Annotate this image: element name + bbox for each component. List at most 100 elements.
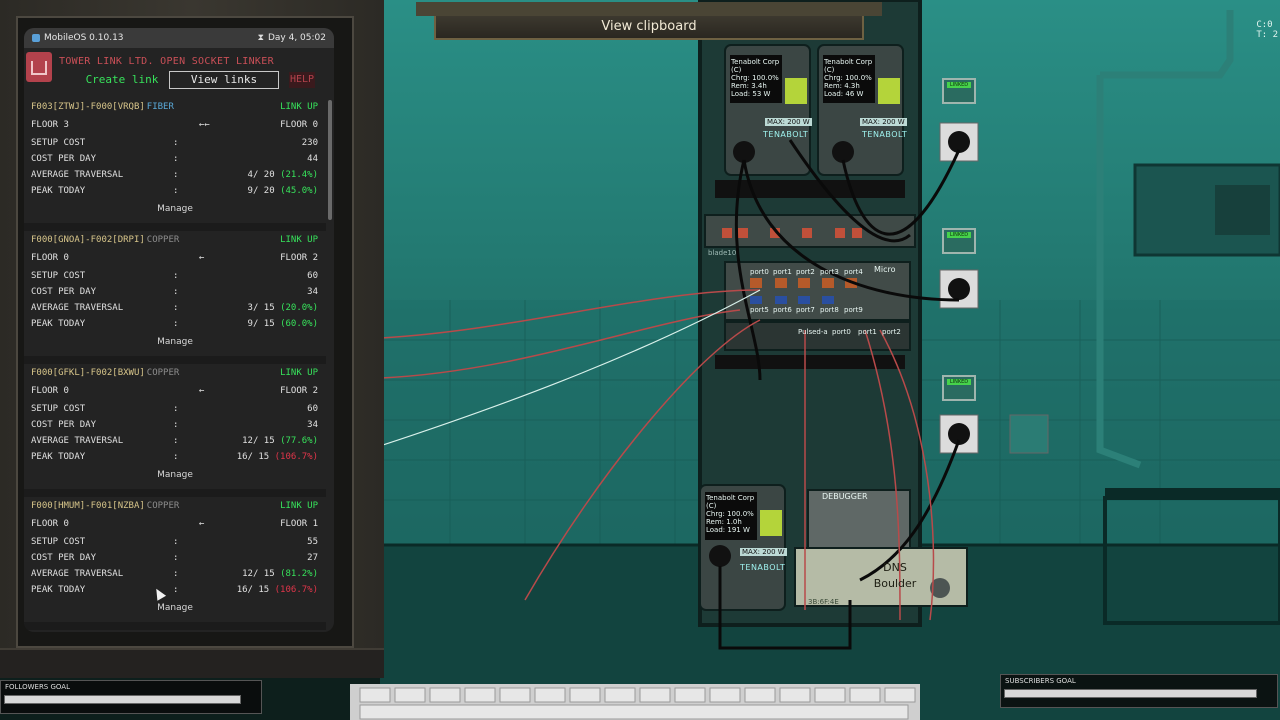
mobileos-icon <box>32 34 40 42</box>
peak-today-value: 9/ 15 (60.0%) <box>248 317 318 331</box>
link-id: F000[HMUM]-F001[NZBA] <box>31 501 145 511</box>
cost-per-day-row: COST PER DAY: 44 <box>31 154 318 164</box>
peak-today-value: 9/ 20 (45.0%) <box>248 184 318 198</box>
monitor-base <box>0 648 384 678</box>
avg-traversal-pct: (77.6%) <box>280 436 318 446</box>
link-id: F003[ZTWJ]-F000[VRQB] <box>31 102 145 112</box>
link-card: F000[GFKL]-F002[BXWU] COPPER LINK UP FLOO… <box>24 364 326 497</box>
cost-per-day-value: 27 <box>307 553 318 563</box>
avg-traversal-count: 12/ 15 <box>242 569 275 579</box>
peak-today-row: PEAK TODAY: 16/ 15 (106.7%) <box>31 450 318 464</box>
avg-traversal-row: AVERAGE TRAVERSAL: 12/ 15 (81.2%) <box>31 567 318 581</box>
link-status: LINK UP <box>280 368 318 378</box>
floor-from: FLOOR 0 <box>31 519 69 529</box>
link-status: LINK UP <box>280 501 318 511</box>
link-card: F003[ZTWJ]-F000[VRQB] FIBER LINK UP FLOOR… <box>24 98 326 231</box>
setup-cost-value: 60 <box>307 271 318 281</box>
crt-monitor: MobileOS 0.10.13 ⧗ Day 4, 05:02 TOWER LI… <box>0 0 384 678</box>
floor-to: FLOOR 0 <box>280 120 318 130</box>
direction-arrow-icon: ← <box>199 386 205 396</box>
peak-today-pct: (106.7%) <box>274 585 318 595</box>
avg-traversal-value: 3/ 15 (20.0%) <box>248 301 318 315</box>
manage-link-button[interactable]: Manage <box>24 337 326 347</box>
avg-traversal-label: AVERAGE TRAVERSAL <box>31 436 124 446</box>
link-header: F000[HMUM]-F001[NZBA] COPPER LINK UP <box>31 499 318 513</box>
peak-today-label: PEAK TODAY <box>31 585 86 595</box>
avg-traversal-value: 4/ 20 (21.4%) <box>248 168 318 182</box>
direction-arrow-icon: ←← <box>199 120 210 130</box>
setup-cost-row: SETUP COST: 55 <box>31 537 318 547</box>
floor-to: FLOOR 2 <box>280 253 318 263</box>
setup-cost-label: SETUP COST <box>31 271 86 281</box>
avg-traversal-count: 12/ 15 <box>242 436 275 446</box>
setup-cost-value: 230 <box>301 138 318 148</box>
link-header: F000[GNOA]-F002[DRPI] COPPER LINK UP <box>31 233 318 247</box>
cost-per-day-row: COST PER DAY: 27 <box>31 553 318 563</box>
cost-per-day-label: COST PER DAY <box>31 553 97 563</box>
link-card: F000[HMUM]-F001[NZBA] COPPER LINK UP FLOO… <box>24 497 326 630</box>
tower-link-logo-icon <box>26 52 52 82</box>
avg-traversal-pct: (20.0%) <box>280 303 318 313</box>
peak-today-pct: (45.0%) <box>280 186 318 196</box>
status-bar: MobileOS 0.10.13 ⧗ Day 4, 05:02 <box>24 28 334 48</box>
link-floors: FLOOR 0 ← FLOOR 1 <box>31 517 318 531</box>
setup-cost-row: SETUP COST: 60 <box>31 404 318 414</box>
peak-today-value: 16/ 15 (106.7%) <box>237 583 318 597</box>
link-status: LINK UP <box>280 102 318 112</box>
create-link-button[interactable]: Create link <box>80 71 164 89</box>
peak-today-row: PEAK TODAY: 9/ 20 (45.0%) <box>31 184 318 198</box>
peak-today-label: PEAK TODAY <box>31 452 86 462</box>
avg-traversal-label: AVERAGE TRAVERSAL <box>31 170 124 180</box>
link-status: LINK UP <box>280 235 318 245</box>
cost-per-day-value: 34 <box>307 287 318 297</box>
setup-cost-row: SETUP COST: 60 <box>31 271 318 281</box>
links-scrollbar[interactable] <box>328 100 332 220</box>
cost-per-day-label: COST PER DAY <box>31 287 97 297</box>
link-floors: FLOOR 0 ← FLOOR 2 <box>31 251 318 265</box>
setup-cost-label: SETUP COST <box>31 404 86 414</box>
setup-cost-row: SETUP COST: 230 <box>31 138 318 148</box>
floor-from: FLOOR 0 <box>31 253 69 263</box>
cable-type: COPPER <box>146 501 180 511</box>
avg-traversal-count: 3/ 15 <box>247 303 275 313</box>
avg-traversal-count: 4/ 20 <box>247 170 275 180</box>
avg-traversal-label: AVERAGE TRAVERSAL <box>31 303 124 313</box>
setup-cost-value: 60 <box>307 404 318 414</box>
mobile-os-screen: MobileOS 0.10.13 ⧗ Day 4, 05:02 TOWER LI… <box>24 28 334 632</box>
floor-to: FLOOR 1 <box>280 519 318 529</box>
peak-today-pct: (60.0%) <box>280 319 318 329</box>
manage-link-button[interactable]: Manage <box>24 204 326 214</box>
avg-traversal-row: AVERAGE TRAVERSAL: 12/ 15 (77.6%) <box>31 434 318 448</box>
link-header: F000[GFKL]-F002[BXWU] COPPER LINK UP <box>31 366 318 380</box>
cable-type: COPPER <box>146 368 180 378</box>
direction-arrow-icon: ← <box>199 253 205 263</box>
help-button[interactable]: HELP <box>289 72 315 88</box>
os-version: MobileOS 0.10.13 <box>44 33 124 43</box>
subscribers-goal-label: SUBSCRIBERS GOAL <box>1005 677 1076 685</box>
cable-type: COPPER <box>146 235 180 245</box>
avg-traversal-pct: (21.4%) <box>280 170 318 180</box>
avg-traversal-row: AVERAGE TRAVERSAL: 3/ 15 (20.0%) <box>31 301 318 315</box>
followers-goal-fill <box>5 696 240 703</box>
manage-link-button[interactable]: Manage <box>24 603 326 613</box>
manage-link-button[interactable]: Manage <box>24 470 326 480</box>
link-floors: FLOOR 0 ← FLOOR 2 <box>31 384 318 398</box>
avg-traversal-pct: (81.2%) <box>280 569 318 579</box>
peak-today-row: PEAK TODAY: 9/ 15 (60.0%) <box>31 317 318 331</box>
avg-traversal-value: 12/ 15 (77.6%) <box>242 434 318 448</box>
links-list[interactable]: F003[ZTWJ]-F000[VRQB] FIBER LINK UP FLOOR… <box>24 98 326 632</box>
followers-goal-label: FOLLOWERS GOAL <box>5 683 70 691</box>
app-title: TOWER LINK LTD. OPEN SOCKET LINKER <box>59 56 274 67</box>
view-links-button[interactable]: View links <box>169 71 279 89</box>
subscribers-goal-fill <box>1005 690 1256 697</box>
cost-per-day-row: COST PER DAY: 34 <box>31 420 318 430</box>
floor-to: FLOOR 2 <box>280 386 318 396</box>
link-id: F000[GFKL]-F002[BXWU] <box>31 368 145 378</box>
peak-today-value: 16/ 15 (106.7%) <box>237 450 318 464</box>
avg-traversal-row: AVERAGE TRAVERSAL: 4/ 20 (21.4%) <box>31 168 318 182</box>
avg-traversal-value: 12/ 15 (81.2%) <box>242 567 318 581</box>
setup-cost-label: SETUP COST <box>31 537 86 547</box>
cable-type: FIBER <box>146 102 174 112</box>
avg-traversal-label: AVERAGE TRAVERSAL <box>31 569 124 579</box>
hourglass-icon: ⧗ <box>257 33 264 43</box>
